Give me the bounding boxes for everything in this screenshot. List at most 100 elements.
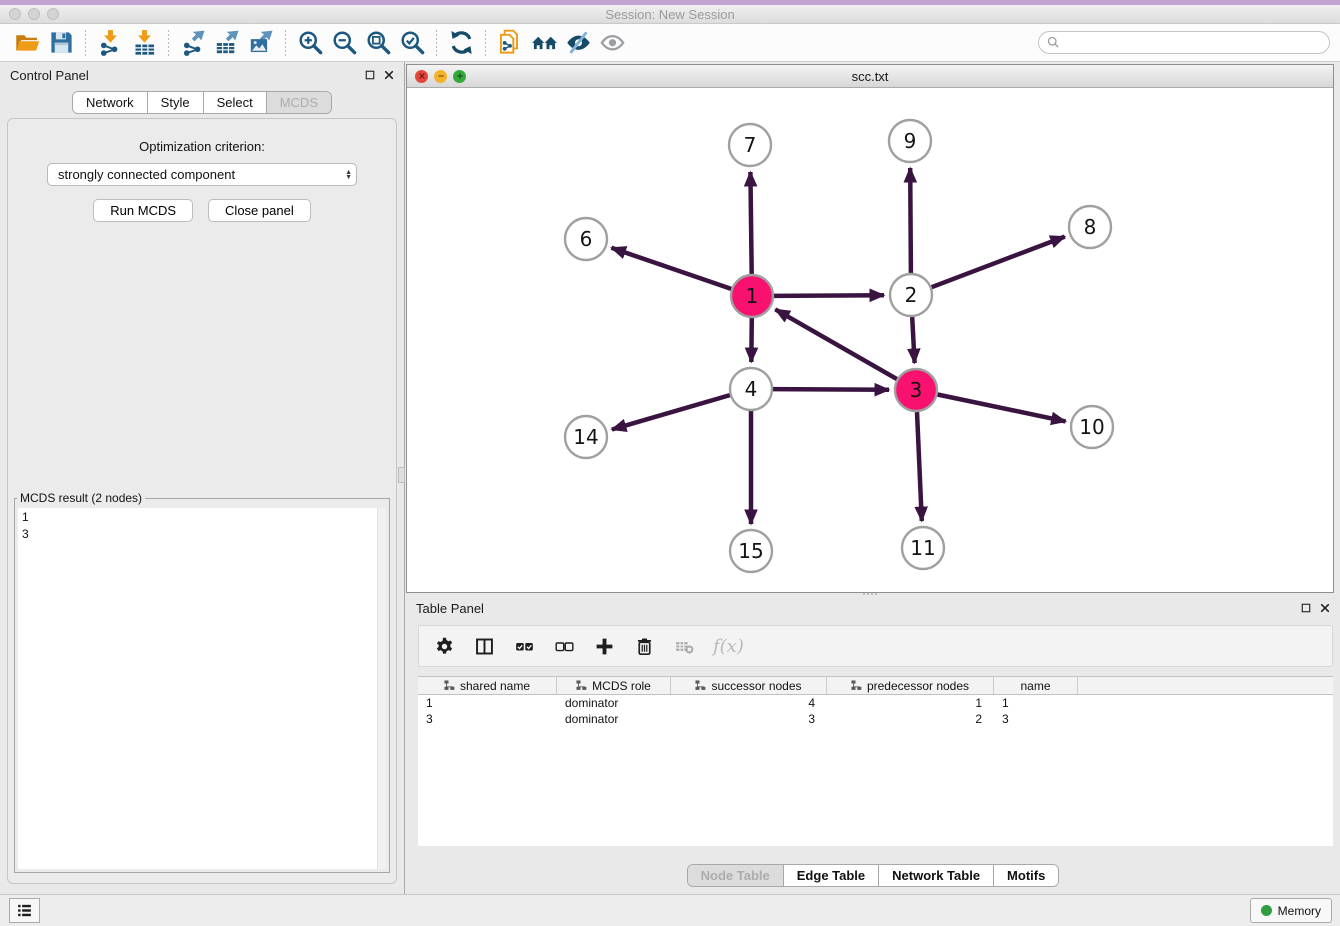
function-builder-button[interactable]: f(x) [713, 635, 744, 657]
save-session-icon [48, 29, 75, 56]
column-visibility-button[interactable] [473, 635, 495, 657]
tab-network[interactable]: Network [73, 92, 147, 113]
edge-3-10[interactable] [938, 395, 1066, 422]
cell-name[interactable]: 1 [994, 695, 1078, 711]
table-row[interactable]: 3dominator323 [418, 711, 1333, 727]
export-image-button[interactable] [244, 27, 278, 59]
edge-3-1[interactable] [775, 309, 897, 379]
tab-mcds[interactable]: MCDS [266, 92, 331, 113]
svg-text:8: 8 [1084, 215, 1097, 239]
cell-successor-nodes[interactable]: 4 [671, 695, 827, 711]
search-input[interactable] [1038, 31, 1330, 54]
toolbar-separator [436, 30, 437, 56]
vertical-splitter-handle[interactable] [398, 467, 405, 483]
cell-shared-name[interactable]: 1 [418, 695, 557, 711]
zoom-out-button[interactable] [327, 27, 361, 59]
optimization-criterion-label: Optimization criterion: [8, 139, 396, 154]
memory-button[interactable]: Memory [1250, 898, 1332, 923]
export-network-button[interactable] [176, 27, 210, 59]
graph-node-8[interactable]: 8 [1069, 206, 1111, 248]
float-panel-icon[interactable] [365, 70, 375, 80]
edge-2-8[interactable] [932, 237, 1065, 288]
settings-gear-button[interactable] [433, 635, 455, 657]
export-table-button[interactable] [210, 27, 244, 59]
cell-shared-name[interactable]: 3 [418, 711, 557, 727]
graph-node-1[interactable]: 1 [731, 275, 773, 317]
zoom-out-icon [331, 29, 358, 56]
graph-node-4[interactable]: 4 [730, 368, 772, 410]
svg-text:15: 15 [738, 539, 763, 563]
zoom-fit-button[interactable] [361, 27, 395, 59]
tab-node-table[interactable]: Node Table [688, 865, 783, 886]
edge-1-2[interactable] [774, 295, 884, 296]
home-button[interactable] [527, 27, 561, 59]
run-mcds-button[interactable]: Run MCDS [93, 199, 193, 222]
graph-node-15[interactable]: 15 [730, 530, 772, 572]
column-label: MCDS role [592, 679, 651, 693]
function-builder-icon: f(x) [713, 636, 744, 657]
import-network-button[interactable] [93, 27, 127, 59]
edge-4-3[interactable] [773, 389, 889, 390]
column-header-MCDS-role[interactable]: MCDS role [557, 677, 671, 694]
network-window-titlebar[interactable]: scc.txt [407, 65, 1333, 88]
column-header-name[interactable]: name [994, 677, 1078, 694]
tab-select[interactable]: Select [203, 92, 266, 113]
graph-node-14[interactable]: 14 [565, 416, 607, 458]
deselect-all-checks-button[interactable] [553, 635, 575, 657]
close-panel-button[interactable]: Close panel [208, 199, 311, 222]
edge-2-9[interactable] [910, 168, 911, 273]
refresh-icon [448, 29, 475, 56]
tab-network-table[interactable]: Network Table [878, 865, 993, 886]
edge-1-4[interactable] [751, 318, 752, 362]
result-scrollbar[interactable] [377, 508, 386, 869]
graph-node-3[interactable]: 3 [895, 369, 937, 411]
save-session-button[interactable] [44, 27, 78, 59]
edge-3-11[interactable] [917, 412, 922, 521]
hide-panel-button[interactable] [561, 27, 595, 59]
column-header-successor-nodes[interactable]: successor nodes [671, 677, 827, 694]
column-header-predecessor-nodes[interactable]: predecessor nodes [827, 677, 994, 694]
delete-column-button[interactable] [633, 635, 655, 657]
network-graph-canvas[interactable]: 7 9 6 8 1 2 4 3 14 10 15 11 [407, 88, 1333, 592]
cell-name[interactable]: 3 [994, 711, 1078, 727]
edge-1-7[interactable] [750, 172, 751, 274]
zoom-selected-button[interactable] [395, 27, 429, 59]
tab-edge-table[interactable]: Edge Table [783, 865, 878, 886]
open-session-button[interactable] [10, 27, 44, 59]
graph-node-6[interactable]: 6 [565, 218, 607, 260]
table-row[interactable]: 1dominator411 [418, 695, 1333, 711]
svg-text:10: 10 [1079, 415, 1104, 439]
cell-MCDS-role[interactable]: dominator [557, 711, 671, 727]
network-file-button[interactable] [493, 27, 527, 59]
list-icon [16, 902, 33, 919]
cell-successor-nodes[interactable]: 3 [671, 711, 827, 727]
edge-2-3[interactable] [912, 317, 914, 363]
graph-node-11[interactable]: 11 [902, 527, 944, 569]
import-table-icon [131, 29, 158, 56]
close-panel-icon[interactable] [384, 70, 394, 80]
graph-node-7[interactable]: 7 [729, 124, 771, 166]
tab-style[interactable]: Style [147, 92, 203, 113]
tab-motifs[interactable]: Motifs [993, 865, 1058, 886]
edge-1-6[interactable] [612, 248, 732, 289]
graph-node-10[interactable]: 10 [1071, 406, 1113, 448]
edge-4-14[interactable] [612, 395, 730, 429]
refresh-button[interactable] [444, 27, 478, 59]
criterion-dropdown[interactable]: strongly connected component ▲▼ [47, 163, 357, 186]
close-panel-icon[interactable] [1320, 603, 1330, 613]
cell-predecessor-nodes[interactable]: 2 [827, 711, 994, 727]
add-column-button[interactable] [593, 635, 615, 657]
cell-MCDS-role[interactable]: dominator [557, 695, 671, 711]
select-all-checks-button[interactable] [513, 635, 535, 657]
graph-node-2[interactable]: 2 [890, 274, 932, 316]
graph-node-9[interactable]: 9 [889, 120, 931, 162]
deselect-all-checks-icon [554, 636, 575, 657]
column-header-shared-name[interactable]: shared name [418, 677, 557, 694]
delete-table-button[interactable] [673, 635, 695, 657]
zoom-in-button[interactable] [293, 27, 327, 59]
cell-predecessor-nodes[interactable]: 1 [827, 695, 994, 711]
float-panel-icon[interactable] [1301, 603, 1311, 613]
import-table-button[interactable] [127, 27, 161, 59]
show-panel-button[interactable] [595, 27, 629, 59]
task-history-button[interactable] [9, 898, 40, 923]
